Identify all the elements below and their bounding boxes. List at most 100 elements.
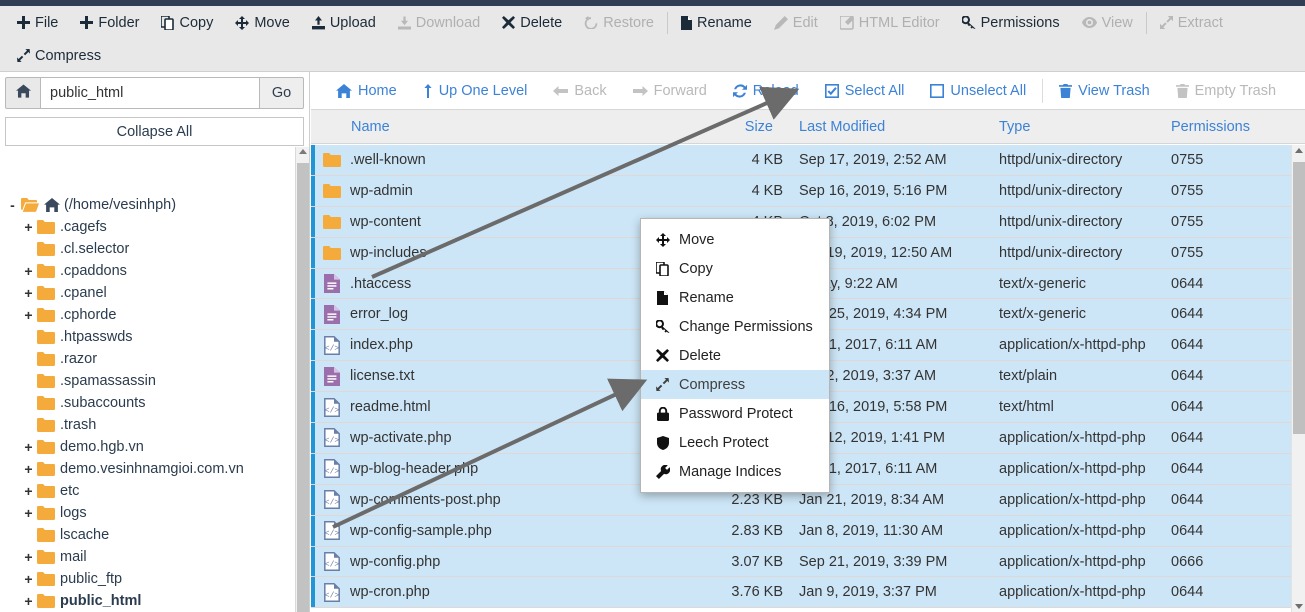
tree-node-home-vesinhph[interactable]: - (/home/vesinhph) [0, 194, 295, 216]
context-menu-item-move[interactable]: Move [641, 225, 829, 254]
toolbar-separator [666, 11, 668, 34]
tree-expand-icon[interactable]: + [22, 483, 35, 499]
tree-node-cpanel[interactable]: + .cpanel [0, 282, 295, 304]
cell-name[interactable]: license.txt [311, 366, 679, 386]
file-manager-app: File Folder Copy Move Upload Download Delete Re… [0, 0, 1305, 612]
toolbar-item-label: Restore [603, 14, 654, 31]
fm-unselect-all-button[interactable]: Unselect All [917, 72, 1039, 110]
key-icon [961, 16, 976, 29]
fm-view-trash-button[interactable]: View Trash [1046, 72, 1162, 110]
cell-name[interactable]: </> wp-comments-post.php [311, 490, 679, 510]
table-row[interactable]: .well-known 4 KB Sep 17, 2019, 2:52 AM http… [311, 145, 1291, 176]
cell-name[interactable]: wp-includes [311, 243, 679, 263]
sidebar-scrollbar[interactable] [295, 147, 309, 612]
cell-name[interactable]: </> wp-config-sample.php [311, 521, 679, 541]
tree-node-cpaddons[interactable]: + .cpaddons [0, 260, 295, 282]
column-header-permissions[interactable]: Permissions [1163, 119, 1283, 135]
tree-expand-icon[interactable]: - [6, 197, 19, 213]
svg-text:</>: </> [325, 437, 340, 446]
tree-node-etc[interactable]: + etc [0, 480, 295, 502]
context-menu-item-password-protect[interactable]: Password Protect [641, 399, 829, 428]
table-row[interactable]: </> wp-config-sample.php 2.83 KB Jan 8, 201… [311, 515, 1291, 547]
context-menu-item-manage-indices[interactable]: Manage Indices [641, 457, 829, 486]
cell-name[interactable]: .htaccess [311, 274, 679, 294]
context-menu-item-compress[interactable]: Compress [641, 370, 829, 399]
context-menu-item-copy[interactable]: Copy [641, 254, 829, 283]
file-list-scroll-thumb[interactable] [1293, 162, 1305, 434]
file-name-label: license.txt [350, 368, 415, 385]
context-menu-item-change-permissions[interactable]: Change Permissions [641, 312, 829, 341]
column-header-size[interactable]: Size [679, 119, 791, 135]
scroll-up-icon[interactable] [299, 149, 307, 154]
fm-home-button[interactable]: Home [323, 72, 410, 110]
toolbar-permissions-button[interactable]: Permissions [951, 6, 1071, 39]
cell-name[interactable]: </> wp-cron.php [311, 582, 679, 602]
sidebar-scroll-thumb[interactable] [297, 163, 309, 612]
tree-expand-icon[interactable]: + [22, 263, 35, 279]
cell-name[interactable]: error_log [311, 304, 679, 324]
column-header-type[interactable]: Type [991, 119, 1163, 135]
tree-node-trash[interactable]: .trash [0, 414, 295, 436]
tree-node-cl-selector[interactable]: .cl.selector [0, 238, 295, 260]
tree-expand-icon[interactable]: + [22, 439, 35, 455]
toolbar-file-button[interactable]: File [6, 6, 69, 39]
toolbar-compress-button[interactable]: Compress [6, 39, 112, 72]
cell-name[interactable]: wp-admin [311, 181, 679, 201]
context-menu-item-delete[interactable]: Delete [641, 341, 829, 370]
tree-expand-icon[interactable]: + [22, 571, 35, 587]
cell-name[interactable]: </> index.php [311, 335, 679, 355]
tree-expand-icon[interactable]: + [22, 593, 35, 609]
tree-node-htpasswds[interactable]: .htpasswds [0, 326, 295, 348]
column-header-name[interactable]: Name [311, 119, 679, 135]
toolbar-move-button[interactable]: Move [224, 6, 300, 39]
toolbar-folder-button[interactable]: Folder [69, 6, 150, 39]
table-row[interactable]: </> wp-config.php 3.07 KB Sep 21, 2019, 3:3… [311, 546, 1291, 578]
cell-permissions: 0644 [1171, 368, 1204, 385]
scroll-down-icon[interactable] [1295, 604, 1303, 609]
tree-node-lscache[interactable]: lscache [0, 524, 295, 546]
context-menu-item-rename[interactable]: Rename [641, 283, 829, 312]
cell-name[interactable]: </> readme.html [311, 397, 679, 417]
tree-node-logs[interactable]: + logs [0, 502, 295, 524]
table-row[interactable]: wp-admin 4 KB Sep 16, 2019, 5:16 PM httpd/u… [311, 175, 1291, 207]
table-row[interactable]: </> wp-cron.php 3.76 KB Jan 9, 2019, 3:37 P… [311, 577, 1291, 609]
tree-node-mail[interactable]: + mail [0, 546, 295, 568]
tree-node-public-html[interactable]: + public_html [0, 590, 295, 612]
collapse-all-button[interactable]: Collapse All [5, 117, 304, 146]
tree-node-spamassassin[interactable]: .spamassassin [0, 370, 295, 392]
fm-select-all-button[interactable]: Select All [812, 72, 918, 110]
cell-name[interactable]: wp-content [311, 212, 679, 232]
cell-name[interactable]: </> wp-blog-header.php [311, 459, 679, 479]
fm-reload-button[interactable]: Reload [720, 72, 812, 110]
tree-node-public-ftp[interactable]: + public_ftp [0, 568, 295, 590]
toolbar-delete-button[interactable]: Delete [491, 6, 573, 39]
tree-node-cphorde[interactable]: + .cphorde [0, 304, 295, 326]
tree-node-demo-hgb-vn[interactable]: + demo.hgb.vn [0, 436, 295, 458]
tree-node-demo-vesinhnamgioi-com-vn[interactable]: + demo.vesinhnamgioi.com.vn [0, 458, 295, 480]
file-list-scrollbar[interactable] [1291, 145, 1305, 612]
toolbar-upload-button[interactable]: Upload [301, 6, 387, 39]
tree-expand-icon[interactable]: + [22, 307, 35, 323]
scroll-up-icon[interactable] [1295, 148, 1303, 153]
file-name-label: wp-cron.php [350, 584, 430, 601]
fm-up-one-level-button[interactable]: Up One Level [410, 72, 541, 110]
toolbar-rename-button[interactable]: Rename [670, 6, 763, 39]
path-input[interactable] [41, 77, 259, 109]
column-header-last-modified[interactable]: Last Modified [791, 119, 991, 135]
cell-name[interactable]: </> wp-config.php [311, 552, 679, 572]
tree-expand-icon[interactable]: + [22, 505, 35, 521]
go-button[interactable]: Go [259, 77, 304, 109]
tree-expand-icon[interactable]: + [22, 461, 35, 477]
tree-node-razor[interactable]: .razor [0, 348, 295, 370]
tree-node-subaccounts[interactable]: .subaccounts [0, 392, 295, 414]
cell-name[interactable]: .well-known [311, 150, 679, 170]
tree-expand-icon[interactable]: + [22, 285, 35, 301]
sidebar-home-button[interactable] [5, 77, 41, 109]
tree-node-cagefs[interactable]: + .cagefs [0, 216, 295, 238]
tree-expand-icon[interactable]: + [22, 549, 35, 565]
context-menu-item-leech-protect[interactable]: Leech Protect [641, 428, 829, 457]
tree-expand-icon[interactable]: + [22, 219, 35, 235]
cell-name[interactable]: </> wp-activate.php [311, 428, 679, 448]
cell-permissions: 0644 [1171, 399, 1204, 416]
toolbar-copy-button[interactable]: Copy [150, 6, 224, 39]
